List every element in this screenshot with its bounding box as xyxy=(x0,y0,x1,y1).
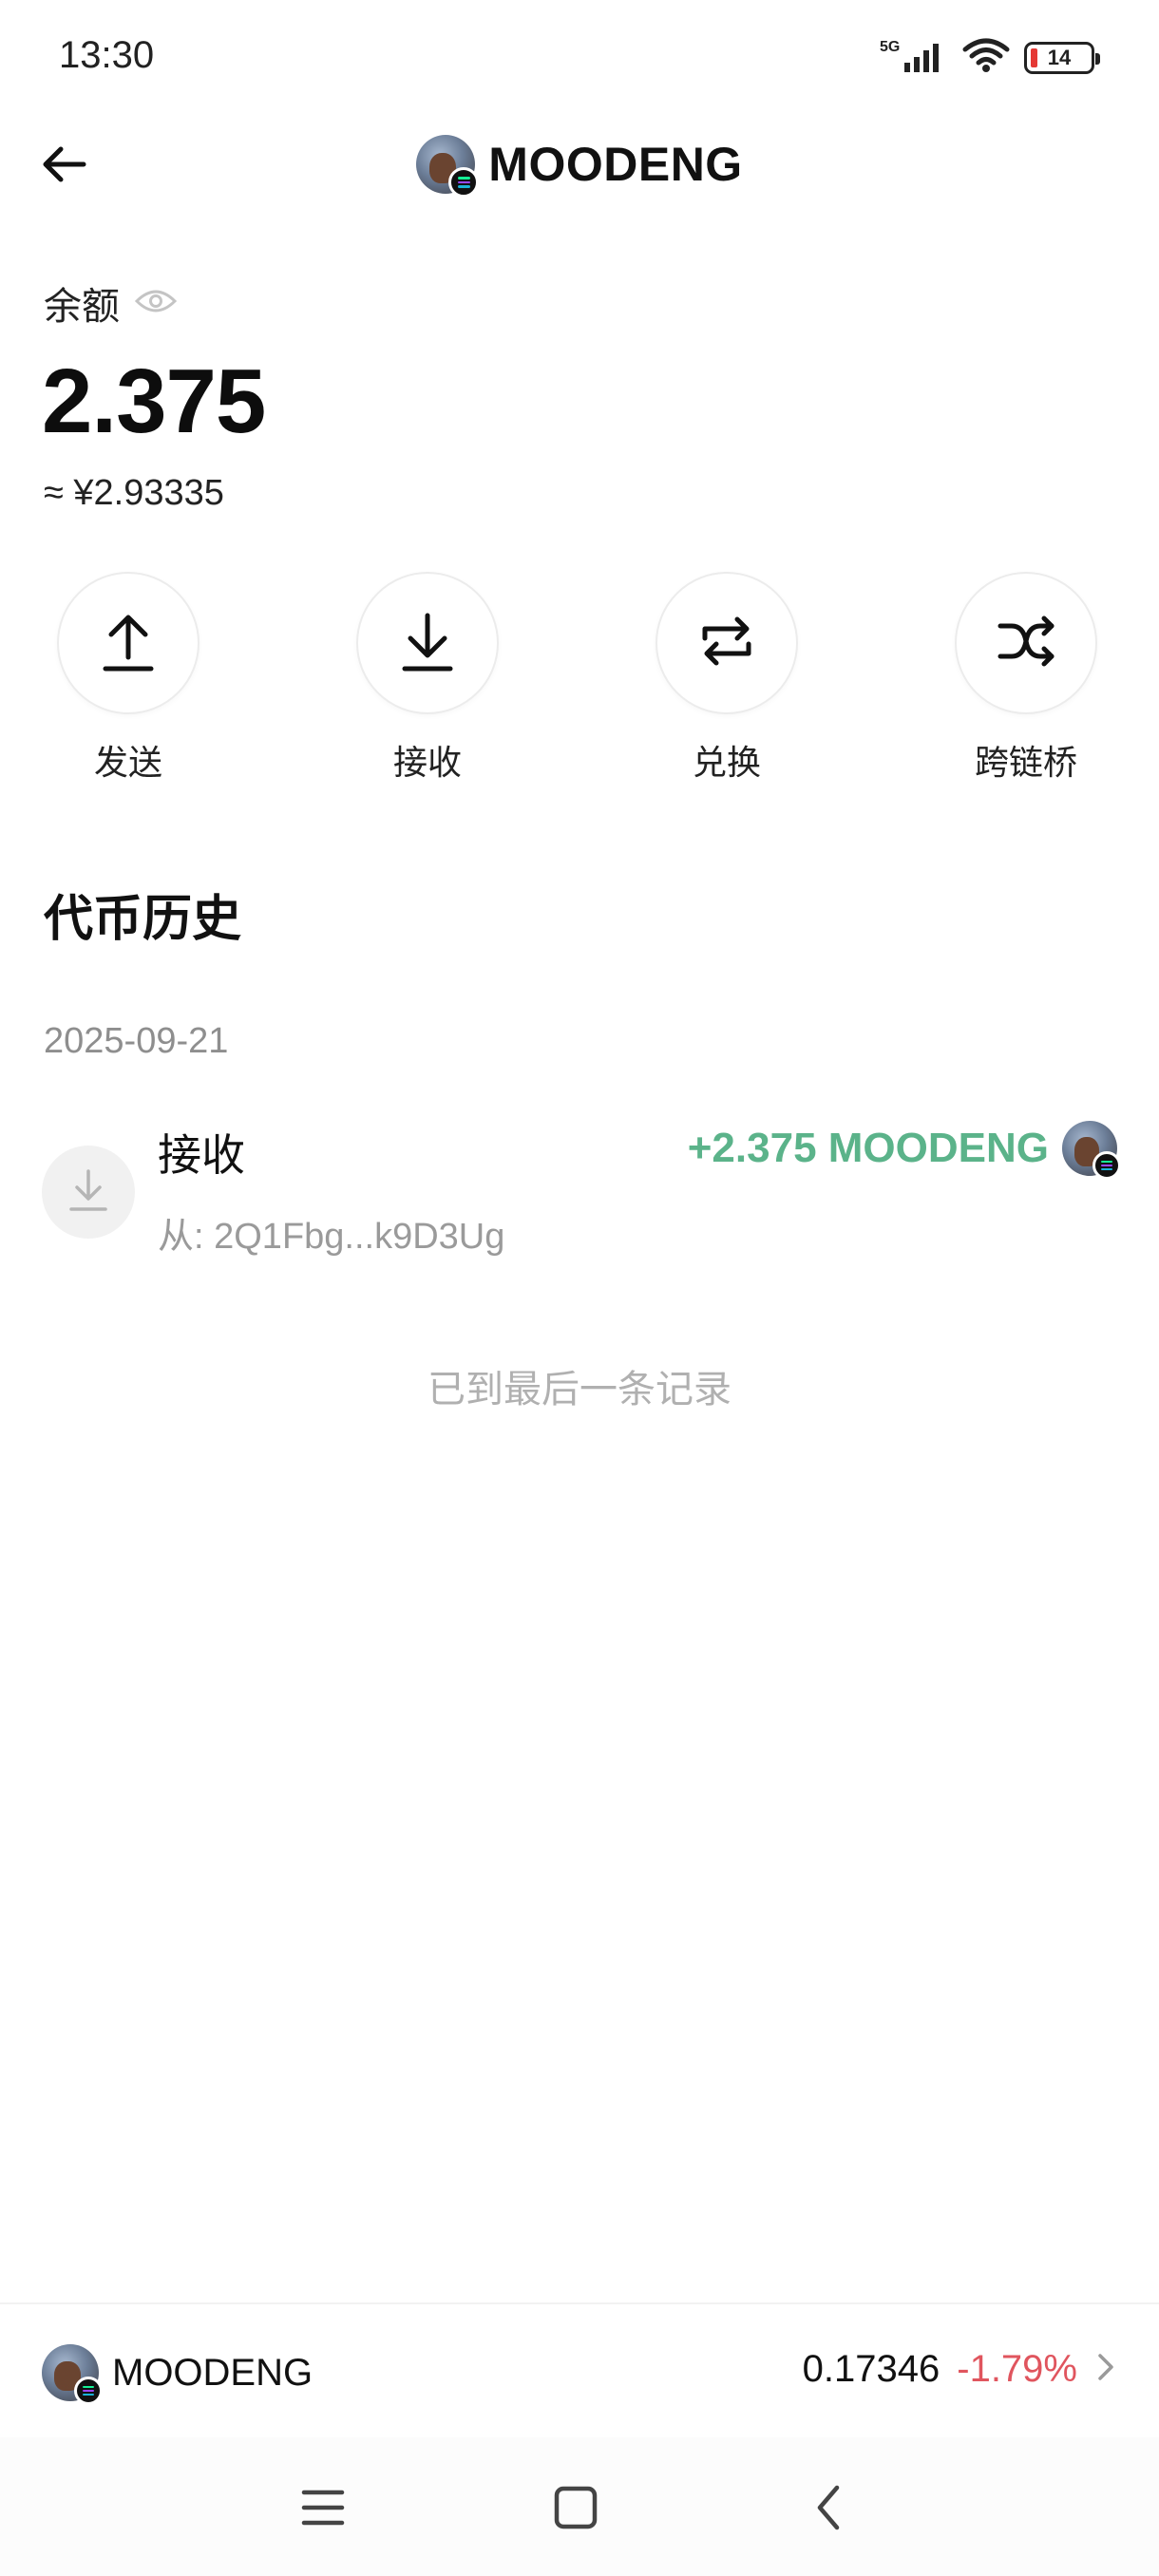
history-date: 2025-09-21 xyxy=(44,1021,229,1061)
swap-button[interactable]: 兑换 xyxy=(632,572,822,785)
wifi-icon xyxy=(961,36,1011,79)
swap-icon xyxy=(695,610,758,677)
transaction-amount-group: +2.375 MOODENG xyxy=(687,1121,1121,1180)
chevron-right-icon xyxy=(1094,2348,1117,2391)
balance-label-row: 余额 xyxy=(44,275,178,331)
status-time: 13:30 xyxy=(59,34,155,76)
transaction-amount: +2.375 MOODENG xyxy=(687,1125,1049,1171)
transaction-row[interactable]: 接收 从: 2Q1Fbg...k9D3Ug +2.375 MOODENG xyxy=(0,1111,1159,1273)
send-label: 发送 xyxy=(93,743,162,782)
transaction-type: 接收 xyxy=(158,1130,245,1180)
token-avatar-icon xyxy=(416,135,480,198)
receive-label: 接收 xyxy=(392,743,462,782)
balance-label: 余额 xyxy=(44,286,120,328)
swap-button-circle[interactable] xyxy=(656,572,798,714)
menu-button[interactable] xyxy=(294,2481,352,2538)
shuffle-icon xyxy=(995,613,1057,674)
ticker-token: MOODENG xyxy=(42,2344,314,2405)
header-title-group: MOODENG xyxy=(0,135,1159,198)
send-button-circle[interactable] xyxy=(57,572,200,714)
swap-label: 兑换 xyxy=(692,743,761,782)
system-nav-bar xyxy=(0,2437,1159,2576)
status-icons: 5G 14 xyxy=(880,36,1100,79)
token-avatar-icon xyxy=(42,2344,103,2405)
balance-value: 2.375 xyxy=(42,350,266,452)
receive-button-circle[interactable] xyxy=(356,572,499,714)
receive-button[interactable]: 接收 xyxy=(332,572,522,785)
ticker-name: MOODENG xyxy=(112,2351,314,2394)
bridge-label: 跨链桥 xyxy=(974,743,1077,782)
end-of-list-note: 已到最后一条记录 xyxy=(428,1369,732,1411)
solana-badge-icon xyxy=(1092,1151,1121,1180)
download-icon xyxy=(399,610,456,677)
battery-icon: 14 xyxy=(1024,41,1100,74)
bridge-button-circle[interactable] xyxy=(955,572,1097,714)
token-avatar-icon xyxy=(1062,1121,1121,1180)
system-back-button[interactable] xyxy=(800,2481,857,2538)
fiat-value: ≈ ¥2.93335 xyxy=(44,473,224,513)
send-button[interactable]: 发送 xyxy=(33,572,223,785)
upload-icon xyxy=(100,610,157,677)
solana-badge-icon xyxy=(448,167,480,198)
chevron-left-icon xyxy=(812,2484,845,2536)
ticker-price-group: 0.17346 -1.79% xyxy=(803,2348,1117,2391)
solana-badge-icon xyxy=(74,2377,103,2405)
eye-icon[interactable] xyxy=(134,287,178,320)
status-bar: 13:30 5G 14 xyxy=(0,0,1159,114)
bridge-button[interactable]: 跨链桥 xyxy=(931,572,1121,785)
home-button[interactable] xyxy=(547,2481,604,2538)
header: MOODENG xyxy=(0,123,1159,209)
ticker-price: 0.17346 xyxy=(802,2348,940,2390)
page-title: MOODENG xyxy=(488,138,743,191)
cellular-signal-icon: 5G xyxy=(880,36,948,79)
network-type-label: 5G xyxy=(880,39,900,55)
price-ticker[interactable]: MOODENG 0.17346 -1.79% xyxy=(0,2302,1159,2437)
download-icon xyxy=(67,1167,109,1218)
home-square-icon xyxy=(553,2485,598,2535)
transaction-icon xyxy=(42,1146,135,1239)
ticker-change: -1.79% xyxy=(957,2348,1077,2390)
battery-level: 14 xyxy=(1047,45,1072,69)
transaction-from: 从: 2Q1Fbg...k9D3Ug xyxy=(158,1217,505,1257)
menu-icon xyxy=(300,2487,346,2533)
history-title: 代币历史 xyxy=(44,892,242,947)
action-bar: 发送 接收 兑换 跨链桥 xyxy=(0,572,1159,782)
